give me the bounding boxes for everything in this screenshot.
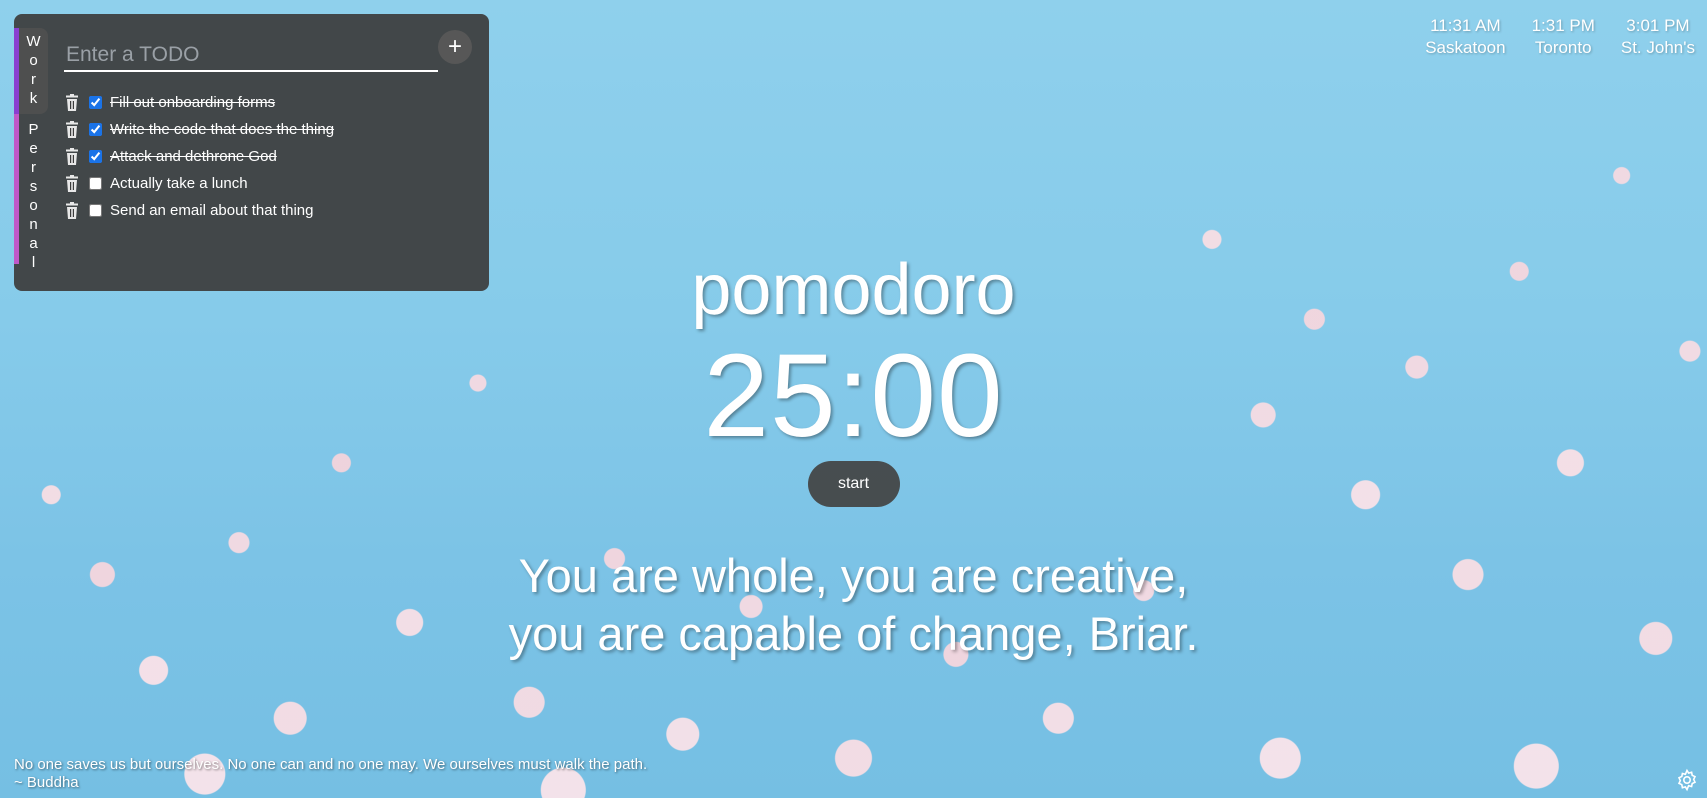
add-todo-button[interactable]: +	[438, 30, 472, 64]
tab-letter: r	[31, 159, 36, 176]
pomodoro-title: pomodoro	[691, 250, 1016, 330]
clock-city: Saskatoon	[1425, 38, 1506, 57]
todo-item: Fill out onboarding forms	[64, 89, 334, 116]
world-clocks: 11:31 AM Saskatoon 1:31 PM Toronto 3:01 PM St…	[1425, 15, 1695, 59]
timer-display: 25:00	[703, 330, 1004, 462]
world-clock: 11:31 AM Saskatoon	[1425, 15, 1505, 59]
trash-icon[interactable]	[64, 147, 80, 166]
world-clock: 3:01 PM St. John's	[1621, 15, 1695, 59]
clock-city: Toronto	[1534, 38, 1592, 57]
tab-letter: n	[29, 216, 38, 233]
tab-letter: P	[28, 121, 39, 138]
todo-text: Send an email about that thing	[110, 202, 314, 219]
tab-letter: o	[29, 197, 38, 214]
affirmation-line-1: You are whole, you are creative,	[518, 549, 1189, 602]
tab-letter: o	[29, 52, 38, 69]
trash-icon[interactable]	[64, 120, 80, 139]
trash-icon[interactable]	[64, 93, 80, 112]
tab-letter: e	[29, 140, 38, 157]
todo-text: Fill out onboarding forms	[110, 94, 276, 111]
trash-icon[interactable]	[64, 201, 80, 220]
quote: No one saves us but ourselves. No one ca…	[14, 756, 647, 792]
clock-time: 3:01 PM	[1626, 16, 1690, 35]
todo-checkbox[interactable]	[89, 150, 102, 163]
todo-item: Attack and dethrone God	[64, 143, 334, 170]
tab-personal[interactable]: Personal	[14, 114, 48, 271]
todo-checkbox[interactable]	[89, 177, 102, 190]
todo-list: Fill out onboarding forms Write the code …	[64, 89, 334, 224]
tab-work[interactable]: Work	[14, 28, 48, 114]
todo-checkbox[interactable]	[89, 123, 102, 136]
quote-author: ~ Buddha	[14, 774, 79, 791]
quote-text: No one saves us but ourselves. No one ca…	[14, 756, 648, 773]
clock-city: St. John's	[1620, 38, 1695, 57]
pomodoro-section: pomodoro 25:00 start You are whole, you …	[0, 245, 1707, 663]
tab-letter: W	[26, 33, 41, 50]
affirmation: You are whole, you are creative, you are…	[0, 547, 1707, 663]
affirmation-line-2: you are capable of change, Briar.	[508, 607, 1199, 660]
todo-item: Write the code that does the thing	[64, 116, 334, 143]
todo-checkbox[interactable]	[89, 96, 102, 109]
todo-item: Send an email about that thing	[64, 197, 334, 224]
gear-icon[interactable]	[1675, 768, 1699, 792]
todo-checkbox[interactable]	[89, 204, 102, 217]
world-clock: 1:31 PM Toronto	[1532, 15, 1595, 59]
tab-letter: r	[31, 71, 36, 88]
todo-item: Actually take a lunch	[64, 170, 334, 197]
todo-input[interactable]	[64, 40, 438, 72]
todo-text: Actually take a lunch	[110, 175, 248, 192]
tab-letter: k	[29, 90, 38, 107]
list-tabs: Work Personal	[14, 28, 48, 271]
tab-letter: s	[29, 178, 38, 195]
todo-text: Write the code that does the thing	[110, 121, 335, 138]
clock-time: 11:31 AM	[1430, 16, 1501, 35]
trash-icon[interactable]	[64, 174, 80, 193]
start-button[interactable]: start	[807, 461, 900, 507]
clock-time: 1:31 PM	[1531, 16, 1595, 35]
todo-text: Attack and dethrone God	[110, 148, 277, 165]
